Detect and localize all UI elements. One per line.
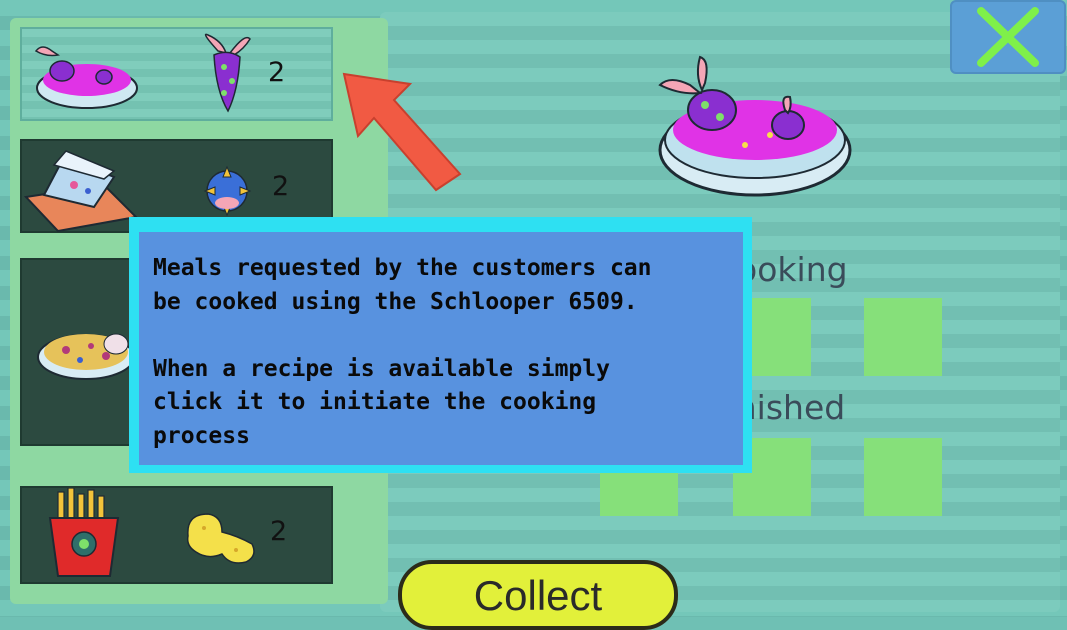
alien-fries-icon bbox=[48, 488, 120, 577]
ingredient-count: 2 bbox=[270, 516, 288, 547]
tutorial-tooltip: Meals requested by the customers can be … bbox=[129, 217, 752, 473]
alien-potato-icon bbox=[186, 513, 255, 564]
ingredient-count: 2 bbox=[272, 171, 290, 202]
collect-button[interactable]: Collect bbox=[398, 560, 678, 630]
finished-slot-3 bbox=[864, 438, 942, 516]
alien-spiky-fruit-icon bbox=[203, 165, 252, 217]
ingredient-count: 2 bbox=[268, 57, 286, 88]
tutorial-text: Meals requested by the customers can be … bbox=[153, 255, 652, 449]
pointer-arrow-icon bbox=[342, 72, 462, 192]
tutorial-tooltip-body: Meals requested by the customers can be … bbox=[139, 232, 743, 465]
collect-button-label: Collect bbox=[473, 572, 603, 619]
alien-carrot-icon bbox=[204, 33, 251, 113]
close-button[interactable] bbox=[950, 0, 1066, 74]
recipe-row-alien-stew[interactable]: 2 bbox=[20, 27, 333, 121]
recipe-row-alien-fries[interactable]: 2 bbox=[20, 486, 333, 584]
alien-pie-icon bbox=[24, 150, 139, 232]
alien-rice-icon bbox=[37, 333, 135, 380]
close-icon bbox=[977, 7, 1039, 67]
cooking-slot-3 bbox=[864, 298, 942, 376]
selected-dish-image bbox=[658, 55, 852, 197]
alien-stew-icon bbox=[34, 46, 138, 109]
